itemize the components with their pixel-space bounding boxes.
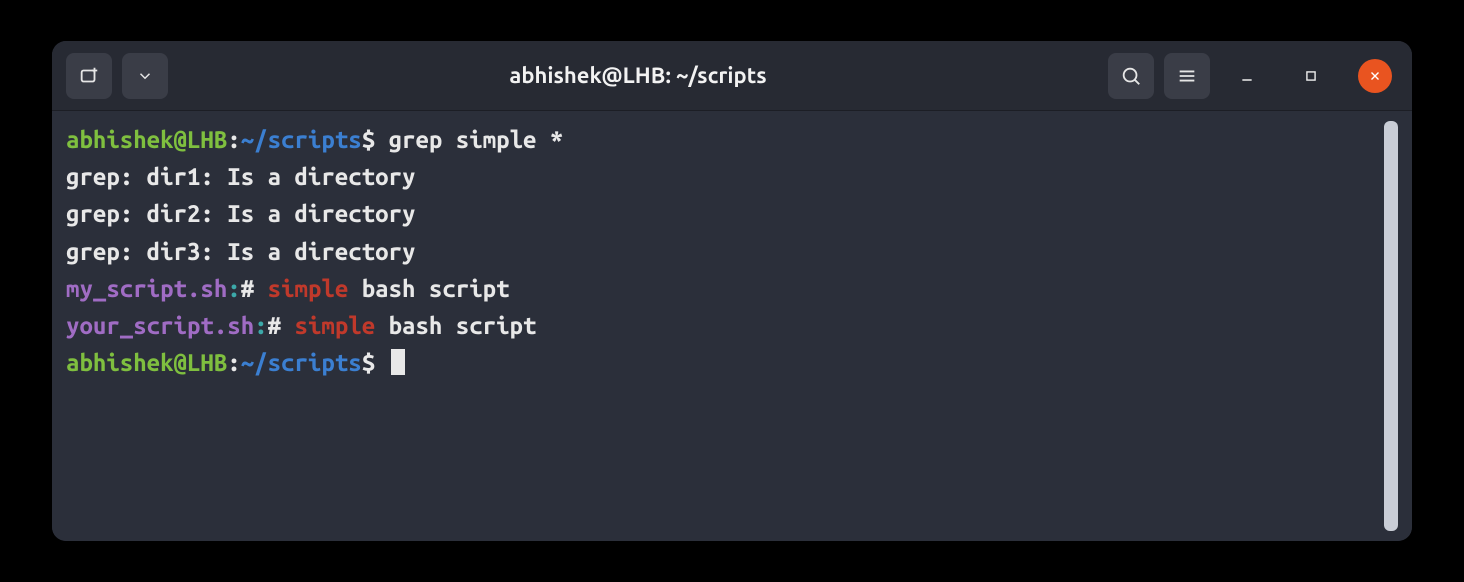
grep-match: simple [295,312,376,339]
scrollbar[interactable] [1384,121,1398,531]
minimize-button[interactable] [1230,59,1264,93]
titlebar: abhishek@LHB: ~/scripts [52,41,1412,111]
chevron-down-icon [136,67,154,85]
command-text: grep simple * [375,126,563,153]
grep-match: simple [268,275,349,302]
menu-button[interactable] [1164,53,1210,99]
grep-sep: : [227,275,240,302]
grep-before: # [268,312,295,339]
grep-filename: my_script.sh [66,275,227,302]
prompt-path: ~/scripts [241,126,362,153]
prompt-sep: : [227,126,240,153]
minimize-icon [1239,68,1255,84]
grep-sep: : [254,312,267,339]
prompt-sep: : [227,349,240,376]
output-line: grep: dir3: Is a directory [66,238,415,265]
window-title: abhishek@LHB: ~/scripts [178,63,1098,88]
tab-dropdown-button[interactable] [122,53,168,99]
prompt-sigil: $ [362,126,375,153]
terminal-output: abhishek@LHB:~/scripts$ grep simple * gr… [66,121,1376,531]
window-controls [1230,59,1392,93]
prompt-user-host: abhishek@LHB [66,349,227,376]
prompt-user-host: abhishek@LHB [66,126,227,153]
output-line: grep: dir1: Is a directory [66,163,415,190]
grep-after: bash script [375,312,536,339]
maximize-icon [1304,69,1318,83]
search-button[interactable] [1108,53,1154,99]
output-line: grep: dir2: Is a directory [66,200,415,227]
prompt-path: ~/scripts [241,349,362,376]
new-tab-icon [78,65,100,87]
close-icon [1368,69,1382,83]
cursor [391,349,405,375]
prompt-sigil: $ [362,349,375,376]
new-tab-button[interactable] [66,53,112,99]
grep-filename: your_script.sh [66,312,254,339]
hamburger-icon [1176,65,1198,87]
grep-after: bash script [348,275,509,302]
maximize-button[interactable] [1294,59,1328,93]
grep-before: # [241,275,268,302]
close-button[interactable] [1358,59,1392,93]
search-icon [1120,65,1142,87]
terminal-window: abhishek@LHB: ~/scripts abhishek@LHB:~/s… [52,41,1412,541]
terminal-area[interactable]: abhishek@LHB:~/scripts$ grep simple * gr… [52,111,1412,541]
